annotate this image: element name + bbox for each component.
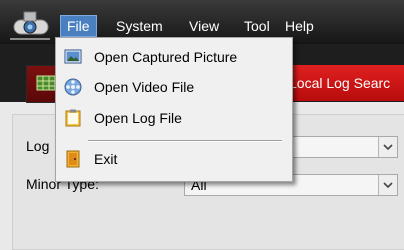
chevron-down-icon[interactable] — [378, 137, 397, 157]
menu-help[interactable]: Help — [279, 16, 320, 36]
menu-item-label: Exit — [94, 151, 118, 167]
exit-door-icon — [64, 150, 82, 168]
tab-local-log-search[interactable]: Local Log Searc — [283, 65, 404, 101]
menu-item-label: Open Log File — [94, 110, 182, 126]
film-reel-icon — [64, 78, 82, 96]
menu-system[interactable]: System — [110, 16, 169, 36]
picture-icon — [64, 48, 82, 66]
menu-item-open-captured-picture[interactable]: Open Captured Picture — [56, 45, 292, 69]
chevron-down-icon[interactable] — [378, 175, 397, 195]
file-menu-dropdown: Open Captured Picture Open Video File Op… — [55, 37, 293, 182]
camera-icon — [8, 6, 52, 42]
menu-item-exit[interactable]: Exit — [56, 147, 292, 171]
menu-separator — [88, 140, 282, 142]
major-type-label: Log — [26, 138, 50, 154]
clipboard-icon — [64, 109, 82, 127]
menu-tool[interactable]: Tool — [238, 16, 276, 36]
menu-item-open-video-file[interactable]: Open Video File — [56, 75, 292, 99]
menu-item-label: Open Captured Picture — [94, 49, 238, 65]
menu-item-label: Open Video File — [94, 79, 195, 95]
menu-file[interactable]: File — [60, 15, 97, 37]
menu-view[interactable]: View — [183, 16, 225, 36]
menu-item-open-log-file[interactable]: Open Log File — [56, 106, 292, 130]
